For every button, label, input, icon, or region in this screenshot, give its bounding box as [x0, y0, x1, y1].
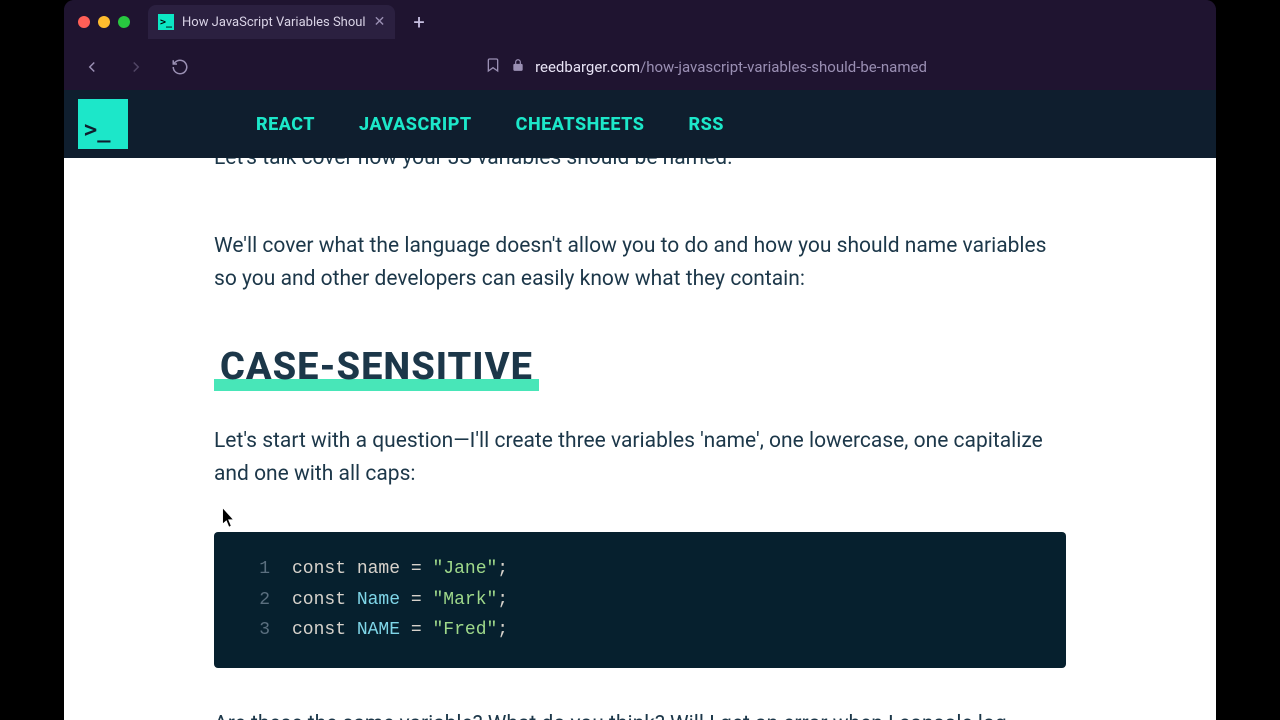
nav-link-rss[interactable]: RSS — [688, 114, 723, 135]
reload-button[interactable] — [166, 53, 194, 81]
nav-links: REACT JAVASCRIPT CHEATSHEETS RSS — [256, 114, 724, 135]
minimize-window-button[interactable] — [98, 16, 110, 28]
browser-tab[interactable]: >_ How JavaScript Variables Shoul ✕ — [148, 5, 395, 39]
close-window-button[interactable] — [78, 16, 90, 28]
tab-close-icon[interactable]: ✕ — [374, 14, 386, 30]
tab-favicon-icon: >_ — [158, 14, 174, 30]
browser-toolbar: reedbarger.com/how-javascript-variables-… — [64, 44, 1216, 90]
paragraph: We'll cover what the language doesn't al… — [214, 230, 1066, 297]
article-content: Let's talk cover how your JS variables s… — [64, 158, 1216, 720]
code-block: 1 const name = "Jane"; 2 const Name = "M… — [214, 532, 1066, 668]
section-heading: CASE-SENSITIVE — [214, 345, 539, 389]
window-controls — [78, 16, 130, 28]
code-line: 1 const name = "Jane"; — [242, 554, 1038, 585]
paragraph: Let's talk cover how your JS variables s… — [214, 158, 1066, 176]
site-navbar: >_ REACT JAVASCRIPT CHEATSHEETS RSS — [64, 90, 1216, 158]
lock-icon — [511, 58, 525, 76]
tab-title: How JavaScript Variables Shoul — [182, 15, 366, 30]
url-text: reedbarger.com/how-javascript-variables-… — [535, 58, 927, 76]
new-tab-button[interactable]: + — [413, 10, 424, 34]
maximize-window-button[interactable] — [118, 16, 130, 28]
paragraph: Let's start with a question—I'll create … — [214, 425, 1066, 492]
nav-link-react[interactable]: REACT — [256, 114, 315, 135]
code-line: 3 const NAME = "Fred"; — [242, 615, 1038, 646]
site-logo-icon[interactable]: >_ — [78, 99, 128, 149]
nav-link-javascript[interactable]: JAVASCRIPT — [359, 114, 472, 135]
forward-button[interactable] — [122, 53, 150, 81]
bookmark-icon[interactable] — [485, 57, 501, 77]
address-bar[interactable]: reedbarger.com/how-javascript-variables-… — [210, 57, 1202, 77]
browser-window: >_ How JavaScript Variables Shoul ✕ + — [64, 0, 1216, 720]
back-button[interactable] — [78, 53, 106, 81]
code-line: 2 const Name = "Mark"; — [242, 585, 1038, 616]
paragraph: Are these the same variable? What do you… — [214, 708, 1066, 720]
nav-link-cheatsheets[interactable]: CHEATSHEETS — [516, 114, 645, 135]
titlebar: >_ How JavaScript Variables Shoul ✕ + — [64, 0, 1216, 44]
page: >_ REACT JAVASCRIPT CHEATSHEETS RSS Let'… — [64, 90, 1216, 720]
